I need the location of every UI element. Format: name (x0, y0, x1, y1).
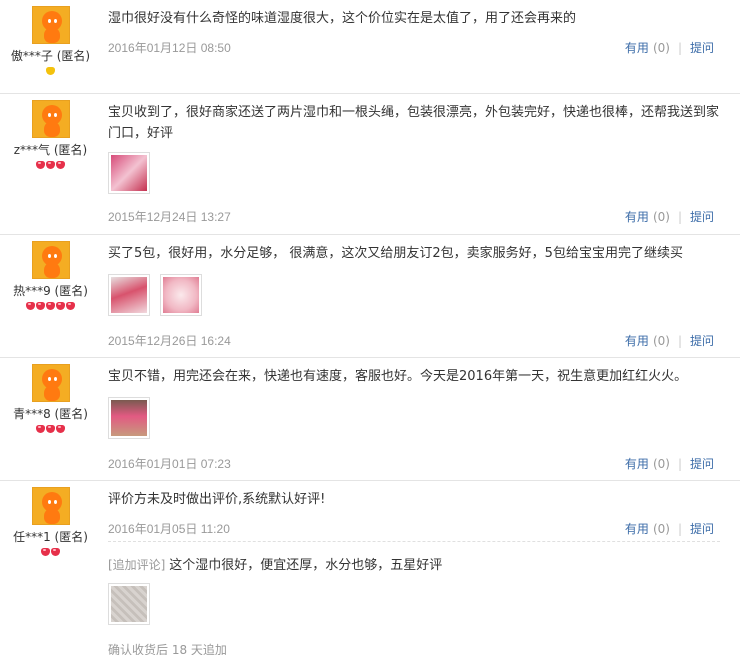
red-diamond-icon (56, 302, 65, 310)
ask-button[interactable]: 提问 (690, 457, 714, 471)
review-photo[interactable] (108, 397, 150, 439)
rank-badge (8, 301, 93, 313)
reviewer-info: z***气 (匿名) (8, 100, 93, 172)
review-text: 湿巾很好没有什么奇怪的味道湿度很大，这个价位实在是太值了，用了还会再来的 (108, 11, 577, 26)
red-diamond-icon (56, 161, 65, 169)
review-date: 2016年01月12日 08:50 (108, 41, 231, 55)
review-item: 任***1 (匿名) 评价方未及时做出评价,系统默认好评! 2016年01月05… (0, 481, 740, 655)
red-diamond-icon (26, 302, 35, 310)
avatar[interactable] (31, 6, 70, 44)
review-text: 买了5包，很好用，水分足够， 很满意，这次又给朋友订2包，卖家服务好，5包给宝宝… (108, 246, 683, 261)
reviewer-info: 任***1 (匿名) (8, 487, 93, 559)
yellow-diamond-icon (46, 67, 55, 75)
avatar[interactable] (31, 100, 70, 138)
review-photo[interactable] (160, 274, 202, 316)
useful-count: (0) (652, 522, 670, 536)
rank-badge (8, 160, 93, 172)
review-item: 热***9 (匿名) 买了5包，很好用，水分足够， 很满意，这次又给朋友订2包，… (0, 235, 740, 358)
rank-badge (8, 66, 93, 78)
useful-button[interactable]: 有用 (625, 210, 649, 224)
review-text: 宝贝收到了，很好商家还送了两片湿巾和一根头绳，包装很漂亮，外包装完好，快递也很棒… (108, 105, 720, 141)
reviewer-name: 热***9 (匿名) (13, 284, 88, 298)
useful-button[interactable]: 有用 (625, 41, 649, 55)
red-diamond-icon (36, 161, 45, 169)
review-item: z***气 (匿名) 宝贝收到了，很好商家还送了两片湿巾和一根头绳，包装很漂亮，… (0, 94, 740, 235)
divider: | (677, 522, 682, 536)
reviewer-info: 热***9 (匿名) (8, 241, 93, 313)
review-photo[interactable] (108, 152, 150, 194)
red-diamond-icon (46, 425, 55, 433)
review-date: 2016年01月05日 11:20 (108, 522, 230, 536)
review-item: 傲***子 (匿名) 湿巾很好没有什么奇怪的味道湿度很大，这个价位实在是太值了，… (0, 0, 740, 94)
reviewer-name: 青***8 (匿名) (13, 407, 88, 421)
divider: | (677, 210, 682, 224)
useful-button[interactable]: 有用 (625, 457, 649, 471)
avatar[interactable] (31, 364, 70, 402)
append-review-text: 这个湿巾很好，便宜还厚，水分也够，五星好评 (169, 558, 443, 573)
useful-button[interactable]: 有用 (625, 522, 649, 536)
useful-count: (0) (652, 210, 670, 224)
red-diamond-icon (46, 161, 55, 169)
red-diamond-icon (46, 302, 55, 310)
ask-button[interactable]: 提问 (690, 41, 714, 55)
divider: | (677, 457, 682, 471)
avatar[interactable] (31, 487, 70, 525)
review-actions: 有用 (0) | 提问 (625, 332, 714, 349)
review-date: 2015年12月26日 16:24 (108, 334, 231, 348)
reviewer-name: 傲***子 (匿名) (10, 49, 91, 63)
review-text: 宝贝不错，用完还会在来，快递也有速度，客服也好。今天是2016年第一天，祝生意更… (108, 369, 688, 384)
red-diamond-icon (66, 302, 75, 310)
divider: | (677, 41, 682, 55)
review-actions: 有用 (0) | 提问 (625, 455, 714, 472)
reviewer-info: 傲***子 (匿名) (8, 6, 93, 78)
reviewer-name: z***气 (匿名) (13, 143, 88, 157)
review-photo[interactable] (108, 583, 150, 625)
review-actions: 有用 (0) | 提问 (625, 39, 714, 56)
review-text: 评价方未及时做出评价,系统默认好评! (108, 492, 326, 507)
ask-button[interactable]: 提问 (690, 334, 714, 348)
ask-button[interactable]: 提问 (690, 210, 714, 224)
append-review-tag: [追加评论] (108, 558, 166, 572)
useful-count: (0) (652, 334, 670, 348)
reviewer-info: 青***8 (匿名) (8, 364, 93, 436)
review-actions: 有用 (0) | 提问 (625, 208, 714, 225)
review-actions: 有用 (0) | 提问 (625, 520, 714, 537)
append-note: 确认收货后 18 天追加 (108, 643, 227, 655)
reviewer-name: 任***1 (匿名) (13, 530, 88, 544)
rank-badge (8, 424, 93, 436)
red-diamond-icon (36, 425, 45, 433)
review-item: 青***8 (匿名) 宝贝不错，用完还会在来，快递也有速度，客服也好。今天是20… (0, 358, 740, 481)
red-diamond-icon (51, 548, 60, 556)
red-diamond-icon (36, 302, 45, 310)
useful-button[interactable]: 有用 (625, 334, 649, 348)
rank-badge (8, 547, 93, 559)
ask-button[interactable]: 提问 (690, 522, 714, 536)
review-date: 2015年12月24日 13:27 (108, 210, 231, 224)
append-divider (108, 541, 720, 542)
review-date: 2016年01月01日 07:23 (108, 457, 231, 471)
red-diamond-icon (41, 548, 50, 556)
review-photo[interactable] (108, 274, 150, 316)
divider: | (677, 334, 682, 348)
avatar[interactable] (31, 241, 70, 279)
useful-count: (0) (652, 41, 670, 55)
useful-count: (0) (652, 457, 670, 471)
red-diamond-icon (56, 425, 65, 433)
